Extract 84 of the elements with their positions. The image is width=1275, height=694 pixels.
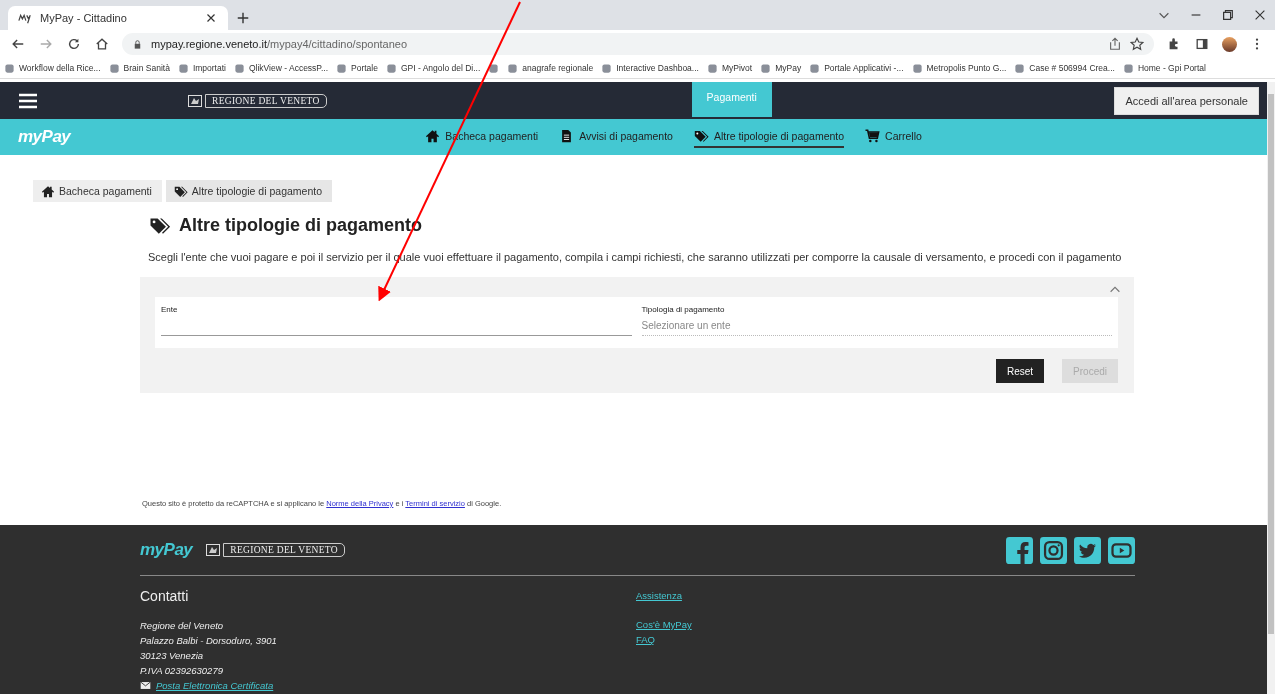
bookmark-item[interactable]: Case # 506994 Crea... <box>1014 62 1115 74</box>
tags-icon <box>173 184 188 198</box>
footer-link[interactable]: Cos'è MyPay <box>636 617 692 632</box>
contacts-heading: Contatti <box>140 588 190 604</box>
bookmark-item[interactable]: Importati <box>177 62 226 74</box>
favicon-icon <box>18 11 32 25</box>
crest-icon <box>188 94 202 107</box>
lock-icon <box>132 38 143 50</box>
envelope-icon <box>140 680 151 691</box>
breadcrumb-link[interactable]: Altre tipologie di pagamento <box>165 180 332 202</box>
bookmark-item[interactable]: Portale Applicativi -... <box>809 62 904 74</box>
favicon-icon <box>108 62 120 74</box>
address-bar[interactable]: mypay.regione.veneto.it/mypay4/cittadino/spontaneo <box>122 33 1154 55</box>
puzzle-icon[interactable] <box>1167 37 1181 51</box>
favicon-icon <box>760 62 772 74</box>
favicon-icon <box>385 62 397 74</box>
close-icon[interactable] <box>1253 8 1267 22</box>
home-icon <box>41 184 55 198</box>
browser-tab[interactable]: MyPay - Cittadino <box>8 6 228 30</box>
favicon-icon <box>4 62 15 74</box>
bookmark-item[interactable]: Workflow della Rice... <box>4 62 101 74</box>
nav-link[interactable]: Altre tipologie di pagamento <box>693 126 845 148</box>
region-name: REGIONE DEL VENETO <box>205 93 327 108</box>
bookmark-item[interactable]: anagrafe regionale <box>507 62 594 74</box>
reset-button[interactable]: Reset <box>995 359 1045 383</box>
breadcrumb-link[interactable]: Bacheca pagamenti <box>33 180 162 202</box>
address-line: P.IVA 02392630279 <box>140 664 224 678</box>
favicon-icon <box>507 62 519 74</box>
crest-icon <box>206 544 221 556</box>
field-label: Tipologia di pagamento <box>641 305 726 314</box>
favicon-icon <box>177 62 189 74</box>
field-label: Ente <box>161 305 179 314</box>
nav-link[interactable]: Carrello <box>865 126 922 148</box>
home-icon <box>425 129 441 143</box>
side-panel-icon[interactable] <box>1195 37 1209 51</box>
favicon-icon <box>601 62 613 74</box>
home-icon[interactable] <box>95 37 109 51</box>
region-name: REGIONE DEL VENETO <box>223 543 345 557</box>
menu-icon[interactable] <box>18 91 38 110</box>
star-icon[interactable] <box>1130 37 1144 51</box>
bookmark-item[interactable]: MyPay <box>760 62 802 74</box>
scrollbar[interactable] <box>1267 82 1275 694</box>
favicon-icon <box>336 62 348 74</box>
video-play-icon[interactable] <box>1108 536 1135 564</box>
back-icon[interactable] <box>11 37 25 51</box>
bookmark-item[interactable] <box>488 62 500 74</box>
brand-logo[interactable]: myPay <box>140 540 193 560</box>
favicon-icon <box>1122 62 1134 74</box>
bookmark-item[interactable]: Brain Sanità <box>108 62 170 74</box>
cart-icon <box>865 129 881 143</box>
scrollbar-thumb[interactable] <box>1268 94 1274 634</box>
bookmark-item[interactable]: Portale <box>336 62 378 74</box>
bookmark-item[interactable]: GPI - Angolo del Di... <box>385 62 481 74</box>
bookmark-item[interactable]: Home - Gpi Portal <box>1122 62 1206 74</box>
restore-icon[interactable] <box>1221 8 1235 22</box>
tab-title: MyPay - Cittadino <box>40 12 128 24</box>
pec-link[interactable]: Posta Elettronica Certificata <box>156 678 274 693</box>
url-text: mypay.regione.veneto.it/mypay4/cittadino/spontaneo <box>151 38 408 50</box>
nav-link[interactable]: Avvisi di pagamento <box>559 126 673 148</box>
reload-icon[interactable] <box>67 37 81 51</box>
new-tab-icon[interactable] <box>236 11 250 25</box>
favicon-icon <box>1014 62 1026 74</box>
twitter-icon[interactable] <box>1074 536 1101 564</box>
avatar-icon[interactable] <box>1222 36 1237 52</box>
address-line: Palazzo Balbi - Dorsoduro, 3901 <box>140 634 278 648</box>
footer-link[interactable]: FAQ <box>636 632 655 647</box>
login-button[interactable]: Accedi all'area personale <box>1114 86 1259 115</box>
favicon-icon <box>233 62 245 74</box>
share-icon[interactable] <box>1108 37 1122 51</box>
facebook-icon[interactable] <box>1006 536 1033 564</box>
address-line: Regione del Veneto <box>140 619 225 633</box>
address-line: 30123 Venezia <box>140 649 205 663</box>
favicon-icon <box>488 62 500 74</box>
bookmark-item[interactable]: Interactive Dashboa... <box>601 62 699 74</box>
instagram-icon[interactable] <box>1040 536 1067 564</box>
bookmark-item[interactable]: MyPivot <box>706 62 753 74</box>
favicon-icon <box>809 62 821 74</box>
favicon-icon <box>706 62 718 74</box>
favicon-icon <box>911 62 923 74</box>
bookmark-item[interactable]: QlikView - AccessP... <box>233 62 329 74</box>
assistance-link[interactable]: Assistenza <box>636 588 1132 603</box>
bookmark-item[interactable]: Metropolis Punto G... <box>911 62 1007 74</box>
tags-icon <box>149 216 171 235</box>
tags-icon <box>693 129 709 143</box>
